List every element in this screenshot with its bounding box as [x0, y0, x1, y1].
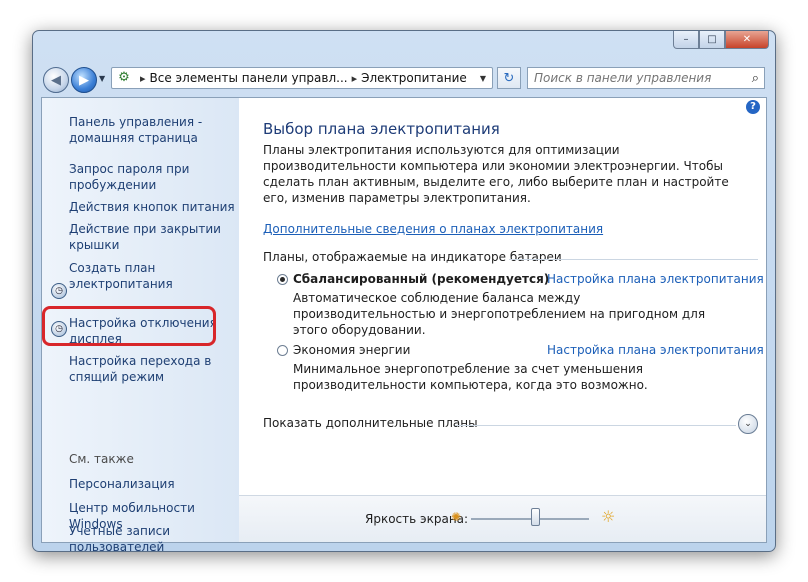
- sidebar-link-control-panel-home[interactable]: Панель управления - домашняя страница: [69, 114, 202, 146]
- page-title: Выбор плана электропитания: [263, 120, 500, 138]
- power-options-window: – □ ✕ ◀ ▶ ▼ ⚙ ▸ Все элементы панели упра…: [32, 30, 776, 552]
- breadcrumb-all-items[interactable]: Все элементы панели управл...: [150, 71, 348, 85]
- breadcrumb-power-options[interactable]: Электропитание: [361, 71, 467, 85]
- sidebar-link-wakeup-password[interactable]: Запрос пароля при пробуждении: [69, 161, 189, 193]
- minimize-button[interactable]: –: [673, 31, 699, 49]
- more-plans-divider: [455, 425, 736, 426]
- plan-description: Автоматическое соблюдение баланса между …: [293, 291, 706, 337]
- expand-chevron-icon[interactable]: ⌄: [738, 414, 758, 434]
- more-info-link[interactable]: Дополнительные сведения о планах электро…: [263, 222, 603, 236]
- intro-text: Планы электропитания используются для оп…: [263, 143, 729, 205]
- maximize-button[interactable]: □: [699, 31, 725, 49]
- sidebar-link-lid-close[interactable]: Действие при закрытии крышки: [69, 221, 221, 253]
- section-divider: [509, 259, 758, 260]
- close-button[interactable]: ✕: [725, 31, 769, 49]
- address-dropdown-icon[interactable]: ▼: [480, 74, 486, 83]
- caption-buttons: – □ ✕: [673, 31, 769, 49]
- main-panel: ? Выбор плана электропитания Планы элект…: [239, 98, 766, 542]
- search-input[interactable]: [528, 70, 736, 86]
- forward-button[interactable]: ▶: [71, 67, 97, 93]
- help-icon[interactable]: ?: [746, 100, 760, 114]
- sidebar-link-personalization[interactable]: Персонализация: [69, 476, 175, 492]
- recent-pages-dropdown[interactable]: ▼: [99, 74, 105, 83]
- search-icon[interactable]: ⌕: [752, 71, 759, 86]
- back-button[interactable]: ◀: [43, 67, 69, 93]
- bright-sun-icon: ☼: [601, 507, 616, 526]
- plan-settings-link[interactable]: Настройка плана электропитания: [547, 343, 764, 357]
- show-more-plans[interactable]: Показать дополнительные планы: [263, 416, 478, 430]
- dim-sun-icon: ✺: [451, 510, 462, 524]
- plan-power-saver-radio[interactable]: [277, 345, 288, 356]
- content-pane: Панель управления - домашняя страница За…: [41, 97, 767, 551]
- navigation-toolbar: ◀ ▶ ▼ ⚙ ▸ Все элементы панели управл... …: [33, 61, 775, 95]
- plan-description: Минимальное энергопотребление за счет ум…: [293, 362, 648, 392]
- plan-balanced-radio[interactable]: [277, 274, 288, 285]
- sidebar-link-user-accounts[interactable]: Учетные записи пользователей: [69, 523, 170, 551]
- control-panel-icon: ⚙: [118, 70, 130, 85]
- plan-settings-link[interactable]: Настройка плана электропитания: [547, 272, 764, 286]
- refresh-button[interactable]: ↻: [497, 67, 521, 89]
- highlight-frame: [42, 306, 216, 346]
- task-sidebar: Панель управления - домашняя страница За…: [42, 98, 239, 551]
- brightness-slider-track[interactable]: [471, 518, 589, 520]
- crumb-separator-icon[interactable]: ▸: [352, 72, 358, 85]
- plan-name[interactable]: Сбалансированный (рекомендуется): [293, 272, 549, 286]
- brightness-bar: Яркость экрана: ✺ ☼: [239, 495, 766, 542]
- see-also-heading: См. также: [69, 452, 134, 466]
- sidebar-link-power-buttons[interactable]: Действия кнопок питания: [69, 199, 235, 215]
- display-timer-icon: ◷: [51, 283, 67, 299]
- sidebar-link-label: Настройка перехода в спящий режим: [69, 354, 212, 384]
- search-box[interactable]: ⌕: [527, 67, 765, 89]
- plan-name[interactable]: Экономия энергии: [293, 343, 410, 357]
- brightness-slider-thumb[interactable]: [531, 508, 541, 526]
- section-heading: Планы, отображаемые на индикаторе батаре…: [263, 250, 562, 264]
- address-bar[interactable]: ⚙ ▸ Все элементы панели управл... ▸ Элек…: [111, 67, 493, 89]
- crumb-separator-icon[interactable]: ▸: [140, 72, 146, 85]
